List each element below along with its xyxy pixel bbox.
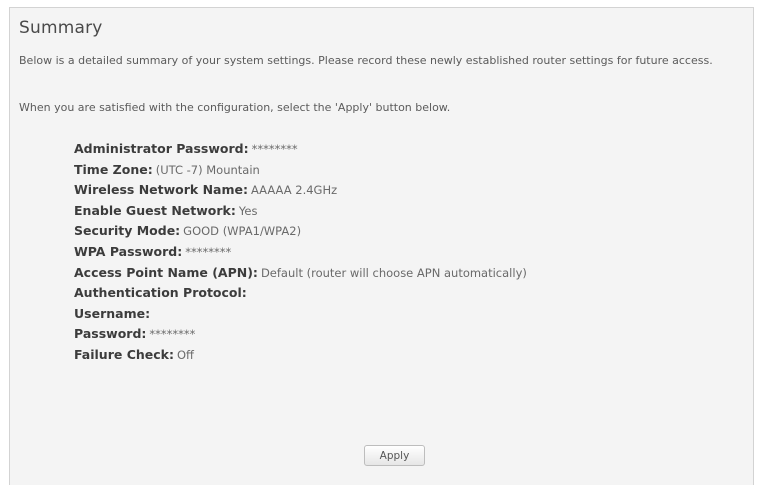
setting-row-failure-check: Failure Check: Off [74, 345, 527, 366]
setting-label: Username: [74, 305, 151, 321]
setting-label: Authentication Protocol: [74, 285, 247, 301]
setting-label: Security Mode: [74, 223, 181, 239]
setting-row-authentication-protocol: Authentication Protocol: [74, 283, 527, 304]
setting-row-enable-guest-network: Enable Guest Network: Yes [74, 201, 527, 222]
setting-label: Enable Guest Network: [74, 202, 236, 218]
setting-value: Off [176, 347, 194, 362]
instruction-text: When you are satisfied with the configur… [19, 101, 451, 114]
setting-row-wpa-password: WPA Password: ******** [74, 242, 527, 263]
intro-text: Below is a detailed summary of your syst… [19, 54, 713, 67]
summary-panel: Summary Below is a detailed summary of y… [9, 7, 754, 485]
setting-value: ******** [149, 327, 196, 342]
setting-row-wireless-network-name: Wireless Network Name: AAAAA 2.4GHz [74, 180, 527, 201]
setting-value: (UTC -7) Mountain [155, 162, 260, 177]
setting-row-username: Username: [74, 304, 527, 325]
setting-label: WPA Password: [74, 243, 183, 259]
apply-button[interactable]: Apply [364, 445, 425, 466]
settings-list: Administrator Password: ******** Time Zon… [74, 139, 527, 366]
setting-value: Default (router will choose APN automati… [260, 265, 527, 280]
setting-label: Time Zone: [74, 161, 153, 177]
setting-label: Access Point Name (APN): [74, 264, 258, 280]
setting-label: Administrator Password: [74, 141, 249, 156]
setting-label: Failure Check: [74, 346, 174, 362]
setting-row-administrator-password: Administrator Password: ******** [74, 139, 527, 160]
setting-value: GOOD (WPA1/WPA2) [183, 224, 302, 239]
setting-value: ******** [185, 244, 232, 259]
setting-label: Wireless Network Name: [74, 182, 248, 198]
setting-row-access-point-name: Access Point Name (APN): Default (router … [74, 263, 527, 284]
setting-row-security-mode: Security Mode: GOOD (WPA1/WPA2) [74, 221, 527, 242]
setting-row-password: Password: ******** [74, 324, 527, 345]
setting-row-time-zone: Time Zone: (UTC -7) Mountain [74, 160, 527, 181]
setting-value: Yes [238, 203, 258, 218]
setting-label: Password: [74, 326, 147, 342]
page-title: Summary [19, 18, 103, 38]
setting-value: AAAAA 2.4GHz [251, 183, 338, 198]
setting-value: ******** [251, 142, 298, 156]
